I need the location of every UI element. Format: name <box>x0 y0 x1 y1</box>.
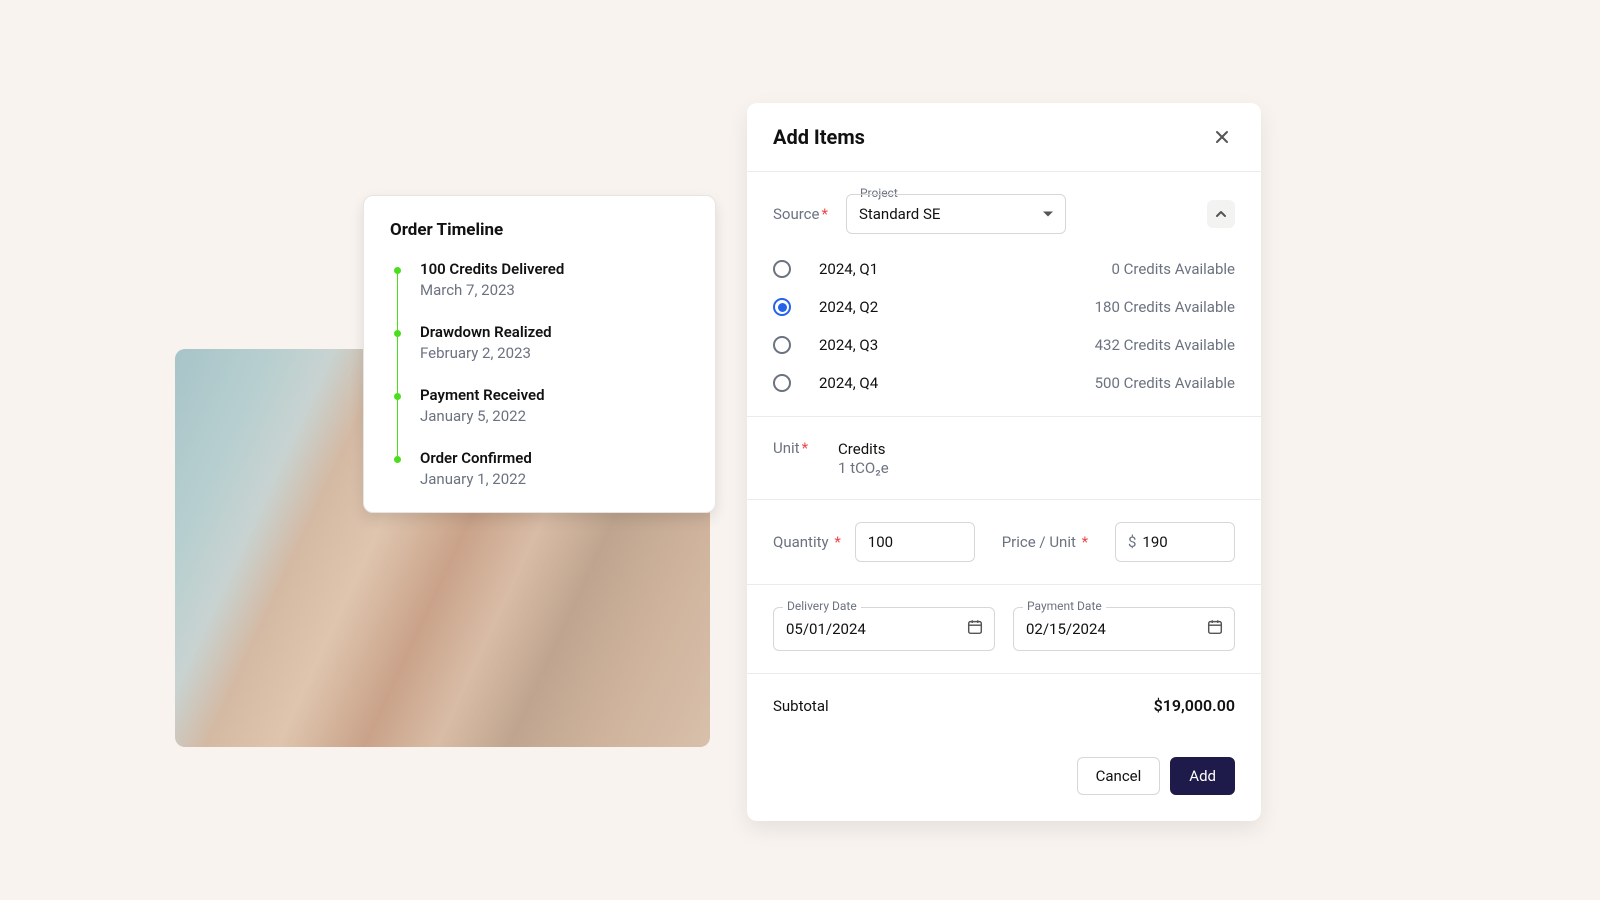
timeline-dot-icon <box>394 456 401 463</box>
add-button[interactable]: Add <box>1170 757 1235 795</box>
price-label: Price / Unit * <box>1002 533 1088 551</box>
timeline-event-title: Payment Received <box>420 386 691 404</box>
payment-date-input[interactable]: 02/15/2024 <box>1013 607 1235 651</box>
timeline-event-title: Order Confirmed <box>420 449 691 467</box>
quantity-price-section: Quantity * 100 Price / Unit * $ 190 <box>747 500 1261 585</box>
vintage-available: 180 Credits Available <box>1095 298 1235 316</box>
vintage-label: 2024, Q3 <box>819 336 878 354</box>
unit-section: Unit* Credits 1 tCO₂e <box>747 417 1261 500</box>
close-button[interactable] <box>1209 124 1235 150</box>
project-select-value: Standard SE <box>859 205 940 223</box>
vintage-available: 0 Credits Available <box>1111 260 1235 278</box>
order-timeline-card: Order Timeline 100 Credits Delivered Mar… <box>363 195 716 513</box>
timeline-dot-icon <box>394 393 401 400</box>
radio-button[interactable] <box>773 260 791 278</box>
timeline-connector <box>397 400 398 456</box>
quantity-label: Quantity * <box>773 533 841 551</box>
source-label: Source* <box>773 205 828 223</box>
quantity-input[interactable]: 100 <box>855 522 975 562</box>
timeline-dot-icon <box>394 267 401 274</box>
delivery-date-input[interactable]: 05/01/2024 <box>773 607 995 651</box>
timeline-list: 100 Credits Delivered March 7, 2023 Draw… <box>390 260 691 496</box>
modal-footer: Subtotal $19,000.00 Cancel Add <box>747 674 1261 821</box>
timeline-event-date: February 2, 2023 <box>420 344 691 362</box>
vintage-row[interactable]: 2024, Q1 0 Credits Available <box>773 260 1235 278</box>
currency-prefix: $ <box>1128 533 1136 551</box>
subtotal-value: $19,000.00 <box>1154 696 1235 715</box>
chevron-up-icon <box>1215 208 1227 220</box>
timeline-event-date: January 1, 2022 <box>420 470 691 488</box>
timeline-event-date: January 5, 2022 <box>420 407 691 425</box>
price-input[interactable]: $ 190 <box>1115 522 1235 562</box>
timeline-title: Order Timeline <box>390 220 691 240</box>
calendar-icon <box>966 618 984 640</box>
vintage-label: 2024, Q2 <box>819 298 878 316</box>
timeline-item: Order Confirmed January 1, 2022 <box>390 449 691 496</box>
unit-value: Credits <box>838 439 889 459</box>
source-section: Source* Project Standard SE 2024, Q1 0 C… <box>747 172 1261 417</box>
payment-date-label: Payment Date <box>1023 599 1106 613</box>
subtotal-label: Subtotal <box>773 697 829 715</box>
timeline-event-title: 100 Credits Delivered <box>420 260 691 278</box>
unit-sub: 1 tCO₂e <box>838 459 889 477</box>
timeline-item: Payment Received January 5, 2022 <box>390 386 691 449</box>
timeline-event-date: March 7, 2023 <box>420 281 691 299</box>
timeline-item: 100 Credits Delivered March 7, 2023 <box>390 260 691 323</box>
vintage-available: 500 Credits Available <box>1095 374 1235 392</box>
vintage-label: 2024, Q4 <box>819 374 878 392</box>
collapse-button[interactable] <box>1207 200 1235 228</box>
timeline-connector <box>397 274 398 330</box>
delivery-date-label: Delivery Date <box>783 599 861 613</box>
vintage-list: 2024, Q1 0 Credits Available 2024, Q2 18… <box>773 260 1235 392</box>
vintage-row[interactable]: 2024, Q4 500 Credits Available <box>773 374 1235 392</box>
timeline-connector <box>397 337 398 393</box>
timeline-dot-icon <box>394 330 401 337</box>
vintage-available: 432 Credits Available <box>1095 336 1235 354</box>
unit-label: Unit* <box>773 439 808 457</box>
vintage-row[interactable]: 2024, Q2 180 Credits Available <box>773 298 1235 316</box>
modal-title: Add Items <box>773 125 865 149</box>
vintage-row[interactable]: 2024, Q3 432 Credits Available <box>773 336 1235 354</box>
dates-section: Delivery Date 05/01/2024 Payment Date 02… <box>747 585 1261 674</box>
timeline-item: Drawdown Realized February 2, 2023 <box>390 323 691 386</box>
caret-down-icon <box>1043 212 1053 217</box>
vintage-label: 2024, Q1 <box>819 260 878 278</box>
timeline-event-title: Drawdown Realized <box>420 323 691 341</box>
radio-button[interactable] <box>773 336 791 354</box>
radio-button[interactable] <box>773 374 791 392</box>
project-select[interactable]: Project Standard SE <box>846 194 1066 234</box>
close-icon <box>1214 129 1230 145</box>
modal-header: Add Items <box>747 103 1261 172</box>
radio-button[interactable] <box>773 298 791 316</box>
cancel-button[interactable]: Cancel <box>1077 757 1161 795</box>
calendar-icon <box>1206 618 1224 640</box>
add-items-modal: Add Items Source* Project Standard SE <box>747 103 1261 821</box>
